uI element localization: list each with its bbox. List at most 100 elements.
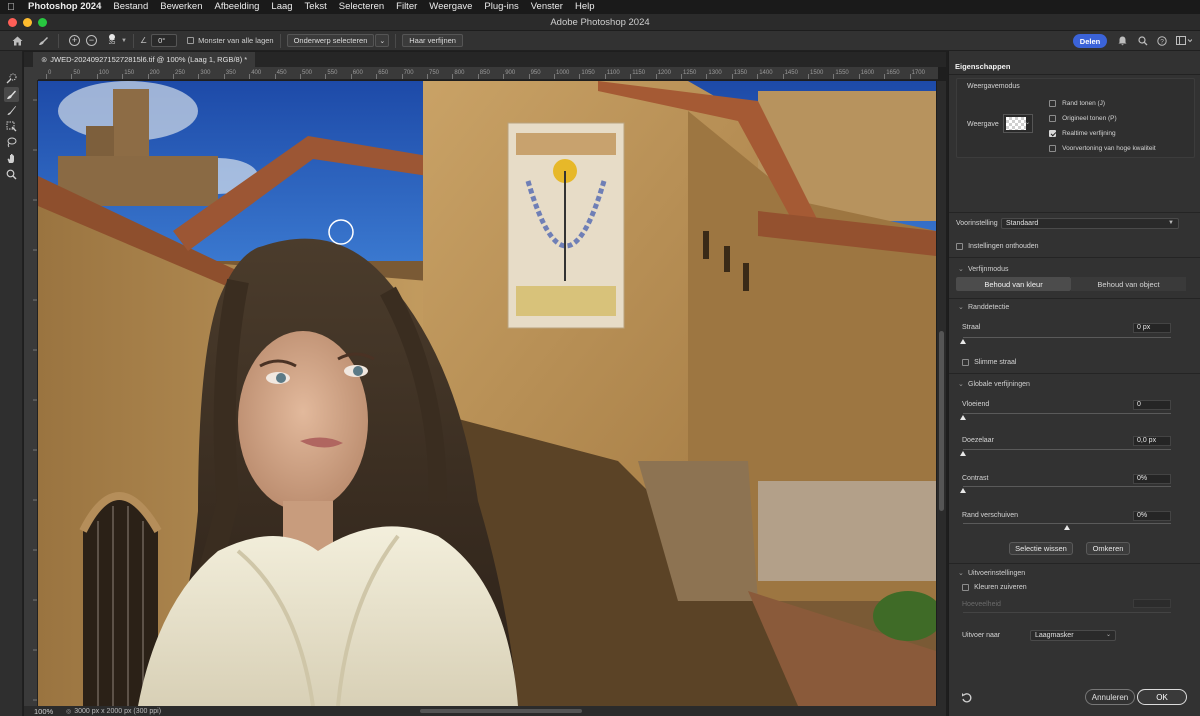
ruler-tick: [706, 74, 708, 79]
show-original-option[interactable]: Origineel tonen (P): [1049, 113, 1117, 122]
properties-tab[interactable]: Eigenschappen: [949, 57, 1200, 75]
contrast-slider-handle[interactable]: [960, 488, 966, 493]
show-edge-checkbox[interactable]: [1049, 99, 1056, 107]
clear-selection-button[interactable]: Selectie wissen: [1009, 542, 1073, 555]
menu-tekst[interactable]: Tekst: [299, 0, 333, 14]
ok-button[interactable]: OK: [1137, 689, 1187, 705]
vertical-ruler[interactable]: [24, 80, 38, 706]
realtime-refinement-checkbox[interactable]: [1049, 129, 1056, 137]
menu-weergave[interactable]: Weergave: [423, 0, 478, 14]
share-button[interactable]: Delen: [1073, 34, 1107, 48]
add-to-selection-icon[interactable]: +: [69, 35, 80, 46]
ruler-origin[interactable]: [24, 67, 38, 80]
refine-mode-section[interactable]: ⌄ Verfijnmodus: [958, 265, 1008, 273]
output-to-select[interactable]: Laagmasker ⌄: [1030, 630, 1116, 641]
menu-plugins[interactable]: Plug-ins: [478, 0, 524, 14]
contrast-slider[interactable]: [963, 486, 1171, 487]
high-quality-preview-checkbox[interactable]: [1049, 144, 1056, 152]
horizontal-ruler[interactable]: 0 50 100 150 200 250 300 350 400 450 500 550 600 650 7…: [38, 67, 938, 80]
high-quality-preview-option[interactable]: Voorvertoning van hoge kwaliteit: [1049, 143, 1156, 152]
search-icon[interactable]: [1137, 33, 1149, 49]
menu-help[interactable]: Help: [569, 0, 601, 14]
menu-venster[interactable]: Venster: [525, 0, 569, 14]
home-icon[interactable]: [0, 33, 34, 49]
select-subject-button[interactable]: Onderwerp selecteren: [286, 34, 375, 47]
help-icon[interactable]: ?: [1156, 33, 1168, 49]
close-window-button[interactable]: [8, 18, 17, 27]
options-bar: + − 35 ▼ ∠ 0° Monster van alle lagen Ond…: [0, 31, 1200, 51]
edge-detection-section[interactable]: ⌄ Randdetectie: [958, 303, 1009, 311]
zoom-tool-icon[interactable]: [4, 167, 19, 182]
hand-tool-icon[interactable]: [4, 151, 19, 166]
color-aware-option[interactable]: Behoud van kleur: [956, 277, 1071, 291]
menu-app[interactable]: Photoshop 2024: [22, 0, 107, 14]
horizontal-scrollbar[interactable]: [420, 709, 582, 713]
scroll-thumb[interactable]: [939, 331, 944, 511]
menu-bestand[interactable]: Bestand: [107, 0, 154, 14]
menu-filter[interactable]: Filter: [390, 0, 423, 14]
ruler-tick: [96, 74, 98, 79]
menu-laag[interactable]: Laag: [265, 0, 298, 14]
object-aware-option[interactable]: Behoud van object: [1071, 277, 1186, 291]
decontaminate-colors-label: Kleuren zuiveren: [974, 584, 1027, 591]
refine-brush-tool-icon[interactable]: [34, 33, 52, 49]
object-selection-tool-icon[interactable]: [4, 119, 19, 134]
shift-edge-field[interactable]: 0%: [1133, 511, 1171, 521]
show-original-checkbox[interactable]: [1049, 114, 1056, 122]
vertical-scrollbar[interactable]: [937, 81, 946, 706]
decontaminate-colors-checkbox[interactable]: [962, 583, 969, 591]
feather-slider[interactable]: [963, 449, 1171, 450]
document-info[interactable]: 3000 px x 2000 px (300 ppi): [74, 708, 161, 715]
apple-icon[interactable]: : [0, 2, 22, 13]
amount-label: Hoeveelheid: [962, 601, 1001, 608]
radius-slider[interactable]: [963, 337, 1171, 338]
radius-field[interactable]: 0 px: [1133, 323, 1171, 333]
smart-radius-option[interactable]: Slimme straal: [962, 357, 1017, 366]
smooth-field[interactable]: 0: [1133, 400, 1171, 410]
close-tab-icon[interactable]: ⊗: [41, 55, 47, 64]
reset-icon[interactable]: [961, 692, 973, 704]
shift-edge-slider-handle[interactable]: [1064, 525, 1070, 530]
brush-size-picker[interactable]: 35: [105, 34, 119, 47]
menu-afbeelding[interactable]: Afbeelding: [209, 0, 266, 14]
smart-radius-checkbox[interactable]: [962, 358, 969, 366]
smooth-slider-handle[interactable]: [960, 415, 966, 420]
subtract-from-selection-icon[interactable]: −: [86, 35, 97, 46]
quick-selection-tool-icon[interactable]: [4, 71, 19, 86]
show-edge-option[interactable]: Rand tonen (J): [1049, 98, 1105, 107]
feather-field[interactable]: 0,0 px: [1133, 436, 1171, 446]
document-tab[interactable]: ⊗ JWED-2024092715272815l6.tif @ 100% (La…: [33, 52, 256, 67]
decontaminate-colors-option[interactable]: Kleuren zuiveren: [962, 582, 1027, 591]
zoom-window-button[interactable]: [38, 18, 47, 27]
properties-panel: Eigenschappen Weergavemodus Weergave ⌄ R…: [948, 51, 1200, 716]
menu-bewerken[interactable]: Bewerken: [154, 0, 208, 14]
preset-select[interactable]: Standaard ▼: [1001, 218, 1179, 229]
refine-edge-brush-tool-icon[interactable]: [4, 87, 19, 102]
output-settings-section[interactable]: ⌄ Uitvoerinstellingen: [958, 569, 1025, 577]
remember-settings-option[interactable]: Instellingen onthouden: [956, 241, 1039, 250]
document-canvas[interactable]: [38, 81, 936, 706]
realtime-refinement-option[interactable]: Realtime verfijning: [1049, 128, 1116, 137]
global-refinements-section[interactable]: ⌄ Globale verfijningen: [958, 380, 1030, 388]
workspace-switcher-icon[interactable]: [1175, 33, 1193, 49]
angle-field[interactable]: 0°: [151, 34, 178, 47]
zoom-level[interactable]: 100%: [24, 707, 60, 716]
remember-settings-checkbox[interactable]: [956, 242, 963, 250]
smooth-slider[interactable]: [963, 413, 1171, 414]
notifications-bell-icon[interactable]: [1116, 33, 1128, 49]
feather-slider-handle[interactable]: [960, 451, 966, 456]
contrast-field[interactable]: 0%: [1133, 474, 1171, 484]
menu-selecteren[interactable]: Selecteren: [333, 0, 390, 14]
refine-hair-button[interactable]: Haar verfijnen: [402, 34, 463, 47]
cancel-button[interactable]: Annuleren: [1085, 689, 1135, 705]
view-mode-picker[interactable]: ⌄: [1003, 114, 1033, 133]
minimize-window-button[interactable]: [23, 18, 32, 27]
invert-button[interactable]: Omkeren: [1086, 542, 1130, 555]
lasso-tool-icon[interactable]: [4, 135, 19, 150]
radius-slider-handle[interactable]: [960, 339, 966, 344]
chevron-down-icon[interactable]: ▼: [121, 38, 127, 44]
sample-all-layers-checkbox[interactable]: [187, 37, 195, 44]
select-subject-dropdown[interactable]: ⌄: [375, 34, 390, 47]
shift-edge-slider[interactable]: [963, 523, 1171, 524]
brush-tool-icon[interactable]: [4, 103, 19, 118]
